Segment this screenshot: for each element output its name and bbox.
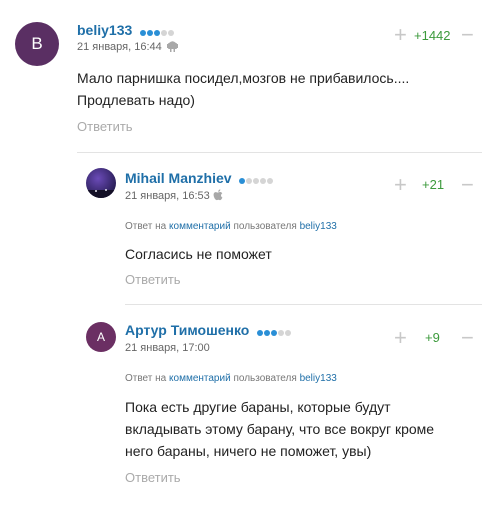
timestamp: 21 января, 16:53: [125, 190, 210, 202]
avatar[interactable]: B: [15, 22, 59, 66]
reply-user-link[interactable]: beliy133: [300, 373, 337, 384]
apple-icon: [213, 189, 224, 204]
avatar-letter: B: [31, 34, 43, 53]
reply-context: Ответ на комментарий пользователя beliy1…: [125, 373, 337, 384]
avatar[interactable]: А: [86, 322, 116, 352]
level-dot: [140, 30, 147, 37]
comment-text-line: Мало парнишка посидел,мозгов не прибавил…: [77, 70, 410, 86]
reply-mid: пользователя: [233, 373, 297, 384]
android-icon: [167, 40, 178, 55]
downvote-button[interactable]: −: [461, 327, 474, 349]
comment-text-line: Согласись не поможет: [125, 246, 272, 262]
comment-text: Согласись не поможет: [125, 243, 475, 265]
comment-text-line: него бараны, ничего не поможет, увы): [125, 443, 372, 459]
author-label: Mihail Manzhiev: [125, 170, 232, 186]
reply-prefix: Ответ на: [125, 221, 167, 232]
user-level-dots: [239, 171, 274, 187]
divider: [77, 152, 482, 153]
level-dot: [161, 30, 168, 37]
level-dot: [239, 178, 246, 185]
author-name[interactable]: Артур Тимошенко: [125, 322, 292, 339]
rating-value: +21: [422, 177, 445, 192]
level-dot: [154, 30, 161, 37]
reply-prefix: Ответ на: [125, 373, 167, 384]
upvote-button[interactable]: +: [394, 24, 407, 46]
author-name[interactable]: Mihail Manzhiev: [125, 170, 274, 187]
rating-value: +9: [425, 330, 440, 345]
comment-text-line: Пока есть другие бараны, которые будут: [125, 399, 391, 415]
reply-button[interactable]: Ответить: [77, 119, 133, 134]
level-dot: [168, 30, 175, 37]
author-label: Артур Тимошенко: [125, 322, 250, 338]
level-dot: [260, 178, 267, 185]
rating-value: +1442: [414, 28, 451, 43]
comment-text: Пока есть другие бараны, которые будут в…: [125, 396, 485, 462]
level-dot: [246, 178, 253, 185]
level-dot: [271, 330, 278, 337]
reply-button[interactable]: Ответить: [125, 272, 181, 287]
upvote-button[interactable]: +: [394, 174, 407, 196]
avatar-image: [86, 189, 116, 198]
level-dot: [257, 330, 264, 337]
level-dot: [264, 330, 271, 337]
level-dot: [253, 178, 260, 185]
reply-button[interactable]: Ответить: [125, 470, 181, 485]
reply-context: Ответ на комментарий пользователя beliy1…: [125, 221, 337, 232]
level-dot: [147, 30, 154, 37]
reply-comment-link[interactable]: комментарий: [169, 373, 231, 384]
author-label: beliy133: [77, 22, 133, 38]
divider: [125, 304, 482, 305]
author-name[interactable]: beliy133: [77, 22, 175, 39]
comment-text: Мало парнишка посидел,мозгов не прибавил…: [77, 67, 477, 111]
level-dot: [285, 330, 292, 337]
downvote-button[interactable]: −: [461, 174, 474, 196]
downvote-button[interactable]: −: [461, 24, 474, 46]
timestamp: 21 января, 17:00: [125, 342, 210, 354]
reply-mid: пользователя: [233, 221, 297, 232]
level-dot: [278, 330, 285, 337]
user-level-dots: [257, 323, 292, 339]
timestamp: 21 января, 16:44: [77, 41, 162, 53]
user-level-dots: [140, 23, 175, 39]
reply-user-link[interactable]: beliy133: [300, 221, 337, 232]
comment-text-line: вкладывать этому барану, что все вокруг …: [125, 421, 435, 437]
upvote-button[interactable]: +: [394, 327, 407, 349]
avatar-letter: А: [96, 330, 105, 344]
reply-comment-link[interactable]: комментарий: [169, 221, 231, 232]
level-dot: [267, 178, 274, 185]
comment-text-line: Продлевать надо): [77, 92, 195, 108]
avatar[interactable]: [86, 168, 116, 198]
